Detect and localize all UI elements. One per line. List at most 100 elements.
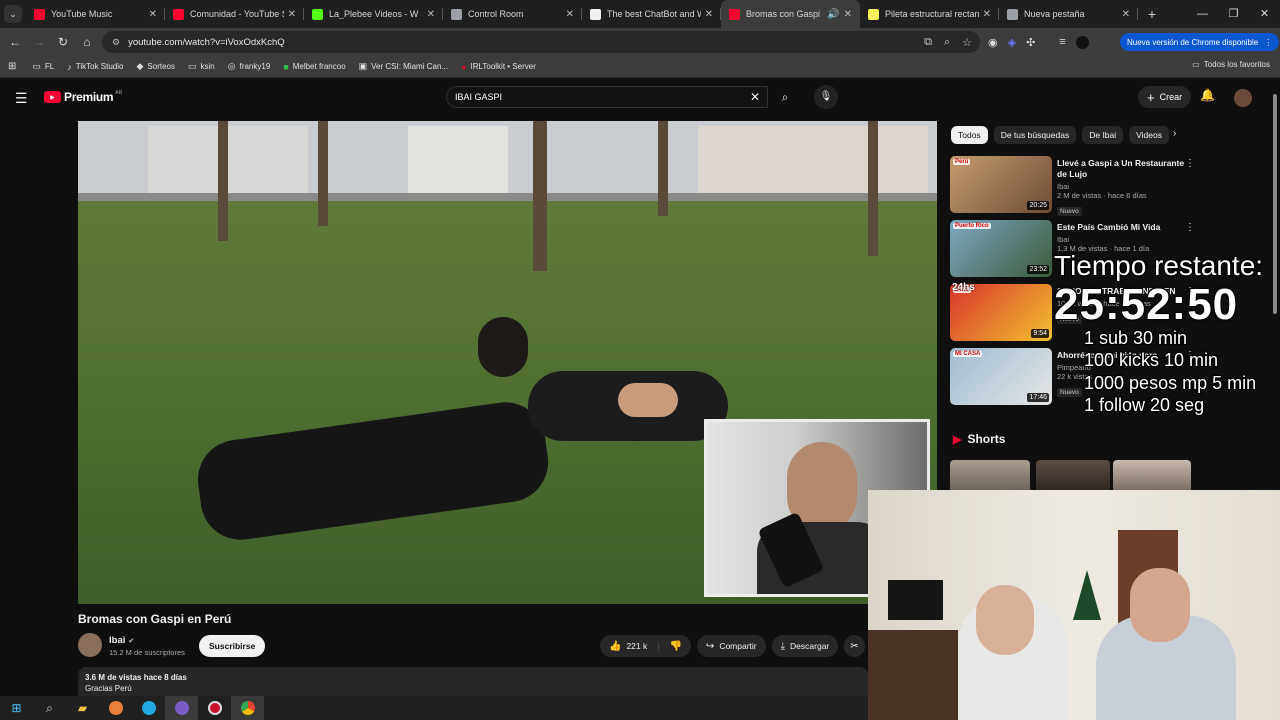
maximize-button[interactable]: ❐ [1218,0,1249,28]
apps-grid-icon[interactable]: ⊞ [8,61,16,72]
address-bar[interactable]: ⚙ youtube.com/watch?v=iVoxOdxKchQ ⧉ ⌕ ☆ [102,31,980,53]
description-box[interactable]: 3.6 M de vistas hace 8 días Gracias Perú [78,667,868,697]
bookmark-item[interactable]: ■ Melbet francoo [283,61,345,72]
chrome-update-button[interactable]: Nueva versión de Chrome disponible ⋮ [1120,33,1280,51]
clear-search-icon[interactable]: ✕ [750,86,760,108]
new-tab-button[interactable]: + [1138,6,1166,22]
close-tab-icon[interactable]: ✕ [566,9,574,20]
channel-name[interactable]: Ibai [1057,235,1185,244]
share-button[interactable]: ↪ Compartir [696,635,766,657]
video-thumbnail[interactable]: MI CASA 17:46 [950,348,1052,405]
bookmark-label: Melbet francoo [292,62,346,71]
install-app-icon[interactable]: ⧉ [924,36,932,49]
voice-search-icon[interactable]: 🎙 [814,85,838,109]
minimize-button[interactable]: — [1187,0,1218,28]
video-title[interactable]: Llevé a Gaspi a Un Restaurante de Lujo [1057,158,1185,180]
filter-chip[interactable]: Videos [1129,126,1169,144]
bookmark-star-icon[interactable]: ☆ [962,36,972,49]
create-button[interactable]: + Crear [1138,86,1192,108]
close-window-button[interactable]: ✕ [1249,0,1280,28]
windows-start-icon[interactable]: ⊞ [0,696,33,720]
file-explorer-icon[interactable]: ▰ [66,696,99,720]
channel-name[interactable]: Ibai [1057,182,1185,191]
browser-tab[interactable]: Pileta estructural rectang ✕ [860,0,999,28]
profile-icon[interactable] [1075,35,1089,49]
video-thumbnail[interactable]: Perú 20:25 [950,156,1052,213]
filter-chip[interactable]: Todos [951,126,988,144]
diamond-icon: ◆ [136,61,144,71]
clip-button[interactable]: ✂ [844,635,865,657]
bookmark-item[interactable]: ◎ franky19 [228,61,271,72]
close-tab-icon[interactable]: ✕ [427,9,435,20]
edge-icon[interactable] [132,696,165,720]
video-info: Llevé a Gaspi a Un Restaurante de Lujo Ib… [1057,158,1185,218]
extension-icon[interactable]: ◉ [988,36,998,49]
browser-tab[interactable]: Bromas con Gaspi en 🔊 ✕ [721,0,860,28]
bookmark-item[interactable]: ▭ FL [32,61,54,72]
recorder-icon[interactable] [198,696,231,720]
channel-name[interactable]: Ibai ✔ [109,635,134,646]
bookmark-item[interactable]: ● IRLToolkit • Server [461,61,536,72]
timer-rule: 100 kicks 10 min [1084,350,1219,370]
recommended-video[interactable]: Perú 20:25 Llevé a Gaspi a Un Restaurante … [950,156,1195,216]
bookmark-item[interactable]: ◆ Sorteos [136,61,175,72]
all-bookmarks-folder[interactable]: ▭ Todos los favoritos [1192,60,1270,69]
back-button[interactable]: ← [3,35,27,49]
browser-tab[interactable]: Control Room ✕ [443,0,582,28]
close-tab-icon[interactable]: ✕ [983,9,991,20]
browser-tab[interactable]: Nueva pestaña ✕ [999,0,1138,28]
browser-tab[interactable]: Comunidad - YouTube Studio ✕ [165,0,304,28]
search-button[interactable]: ⌕ [770,86,800,108]
streamers-room-webcam [868,490,1280,720]
short-thumbnail[interactable] [1036,460,1110,490]
bookmark-item[interactable]: ▣ Ver CSI: Miami Can... [359,61,448,72]
audio-icon[interactable]: 🔊 [827,9,839,20]
shield-extension-icon[interactable]: ◈ [1008,36,1016,49]
close-tab-icon[interactable]: ✕ [844,9,852,20]
subscribe-button[interactable]: Suscribirse [199,635,266,657]
media-control-icon[interactable]: ≡ [1059,36,1065,48]
filter-chip[interactable]: De tus búsquedas [993,126,1077,144]
short-thumbnail[interactable] [950,460,1030,490]
search-icon[interactable]: ⌕ [33,696,66,720]
app-icon[interactable] [99,696,132,720]
forward-button[interactable]: → [27,35,51,49]
thumbs-down-icon[interactable]: 👎 [669,641,681,652]
timer-value: 25:52:50 [1054,280,1239,329]
more-actions-icon[interactable]: ⋮ [1185,158,1195,169]
palm-trunk [533,121,547,271]
like-button[interactable]: 👍 221 k | 👎 [600,635,691,657]
close-tab-icon[interactable]: ✕ [705,9,713,20]
browser-tab[interactable]: The best ChatBot and Wi ✕ [582,0,721,28]
puzzle-icon[interactable]: ✣ [1026,36,1035,49]
chevron-right-icon[interactable]: › [1173,128,1176,139]
tab-favicon-icon [868,8,879,20]
menu-icon[interactable]: ☰ [15,90,28,107]
browser-tab[interactable]: La_Plebee Videos - W ✕ [304,0,443,28]
more-actions-icon[interactable]: ⋮ [1185,222,1195,233]
obs-icon[interactable] [165,696,198,720]
search-input[interactable]: IBAI GASPI [446,86,768,108]
site-info-icon[interactable]: ⚙ [112,37,120,48]
close-tab-icon[interactable]: ✕ [149,9,157,20]
channel-avatar[interactable] [78,633,102,657]
video-thumbnail[interactable]: Puerto Rico 23:52 [950,220,1052,277]
tab-search-button[interactable]: ⌄ [0,0,26,28]
chrome-icon[interactable] [231,696,264,720]
close-tab-icon[interactable]: ✕ [288,9,296,20]
tab-title: La_Plebee Videos - W [329,9,419,19]
account-avatar[interactable] [1234,89,1252,107]
youtube-premium-logo[interactable]: ▶ Premium AR [44,90,122,104]
close-tab-icon[interactable]: ✕ [1122,9,1130,20]
notifications-bell-icon[interactable]: 🔔 [1200,88,1215,102]
zoom-icon[interactable]: ⌕ [944,36,950,49]
video-title[interactable]: Este País Cambió Mi Vida [1057,222,1185,233]
reload-button[interactable]: ↻ [51,35,75,49]
filter-chip[interactable]: De Ibai [1082,126,1124,144]
bookmark-item[interactable]: ▭ ksin [188,61,215,72]
short-thumbnail[interactable] [1113,460,1191,490]
download-button[interactable]: ⤓ Descargar [771,635,839,657]
bookmark-item[interactable]: ♪ TikTok Studio [67,61,123,72]
browser-tab[interactable]: YouTube Music ✕ [26,0,165,28]
home-button[interactable]: ⌂ [75,35,99,49]
